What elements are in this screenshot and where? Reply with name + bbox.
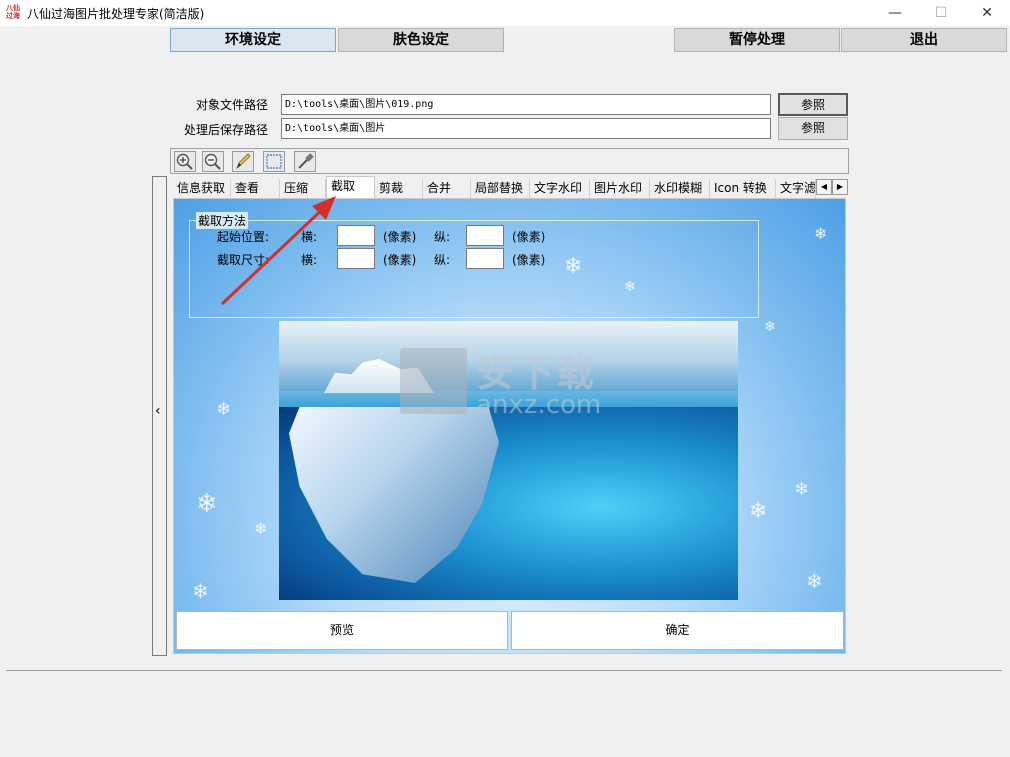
snowflake-icon: ❄	[216, 399, 232, 420]
maximize-button[interactable]: ☐	[918, 0, 964, 26]
toolbar	[170, 148, 849, 174]
snowflake-icon: ❄	[254, 519, 268, 538]
size-h-input[interactable]	[466, 248, 504, 269]
tab-text-watermark[interactable]: 文字水印	[530, 179, 590, 198]
minimize-button[interactable]: —	[872, 0, 918, 26]
side-collapse-panel[interactable]: ‹	[152, 176, 167, 656]
site-watermark: 安下载 anxz.com	[400, 338, 612, 420]
start-y-unit: (像素)	[512, 230, 546, 244]
tab-icon-convert[interactable]: Icon 转换	[710, 179, 776, 198]
red-arrow-annotation	[220, 196, 336, 306]
start-y-input[interactable]	[466, 225, 504, 246]
snowflake-icon: ❄	[794, 479, 810, 500]
tab-image-watermark[interactable]: 图片水印	[590, 179, 650, 198]
source-path-field[interactable]: D:\tools\桌面\图片\019.png	[281, 94, 771, 115]
size-h-label: 纵:	[434, 253, 451, 267]
source-browse-button[interactable]: 参照	[778, 93, 848, 116]
tab-merge[interactable]: 合并	[423, 179, 471, 198]
source-path-label: 对象文件路径	[196, 98, 269, 112]
snowflake-icon: ❄	[764, 319, 776, 335]
title-bar: 八仙过海 八仙过海图片批处理专家(简洁版) — ☐ ✕	[0, 0, 1010, 26]
pencil-icon[interactable]	[232, 151, 254, 172]
snowflake-icon: ❄	[806, 569, 823, 593]
snowflake-icon: ❄	[814, 224, 828, 243]
window-title: 八仙过海图片批处理专家(简洁版)	[27, 7, 205, 21]
size-w-unit: (像素)	[383, 253, 417, 267]
pause-button[interactable]: 暂停处理	[674, 28, 840, 52]
env-settings-button[interactable]: 环境设定	[170, 28, 336, 52]
save-path-label: 处理后保存路径	[184, 123, 269, 137]
tab-local-replace[interactable]: 局部替换	[471, 179, 530, 198]
save-path-field[interactable]: D:\tools\桌面\图片	[281, 118, 771, 139]
exit-button[interactable]: 退出	[841, 28, 1007, 52]
watermark-cn-text: 安下载	[476, 351, 597, 395]
tab-watermark-blur[interactable]: 水印模糊	[650, 179, 710, 198]
close-button[interactable]: ✕	[964, 0, 1010, 26]
start-x-unit: (像素)	[383, 230, 417, 244]
status-divider	[6, 670, 1002, 671]
snowflake-icon: ❄	[196, 489, 218, 519]
start-y-label: 纵:	[434, 230, 451, 244]
app-icon-text: 八仙过海	[6, 4, 20, 20]
save-browse-button[interactable]: 参照	[778, 117, 848, 140]
snowflake-icon: ❄	[749, 499, 768, 524]
skin-settings-button[interactable]: 肤色设定	[338, 28, 504, 52]
collapse-left-icon[interactable]: ‹	[155, 403, 161, 419]
zoom-out-icon[interactable]	[202, 151, 224, 172]
watermark-en-text: anxz.com	[476, 390, 602, 420]
preview-button[interactable]: 预览	[176, 611, 508, 650]
size-h-unit: (像素)	[512, 253, 546, 267]
tab-scroll-right-icon[interactable]: ▶	[832, 179, 848, 195]
snowflake-icon: ❄	[192, 579, 209, 603]
tab-text-filter[interactable]: 文字滤	[776, 179, 816, 198]
eyedropper-icon[interactable]	[294, 151, 316, 172]
zoom-in-icon[interactable]	[174, 151, 196, 172]
watermark-logo-icon	[400, 348, 467, 414]
app-icon: 八仙过海	[6, 4, 22, 20]
tab-trim[interactable]: 剪裁	[375, 179, 423, 198]
confirm-button[interactable]: 确定	[511, 611, 844, 650]
select-rect-icon[interactable]	[263, 151, 285, 172]
tab-scroll-left-icon[interactable]: ◀	[816, 179, 832, 195]
